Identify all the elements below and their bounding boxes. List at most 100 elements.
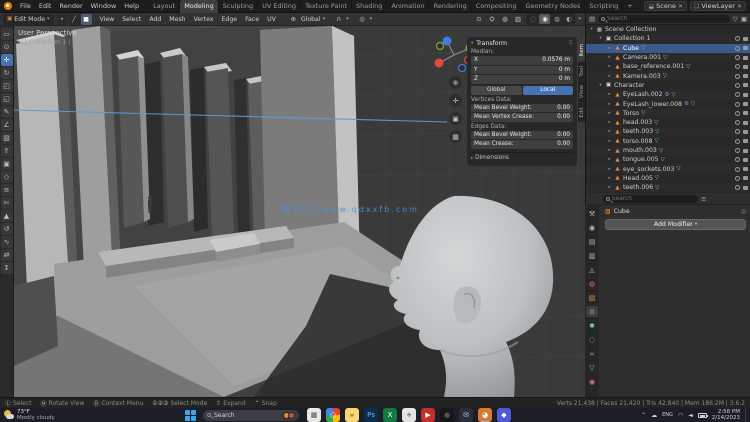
hide-viewport-eye-icon[interactable]: [735, 175, 740, 181]
taskbar-app-icon[interactable]: +: [402, 408, 416, 422]
hide-viewport-eye-icon[interactable]: [735, 138, 740, 144]
expand-arrow-icon[interactable]: ▸: [607, 64, 612, 69]
taskbar-app-icon[interactable]: ▦: [307, 408, 321, 422]
viewport-menu-item[interactable]: Select: [118, 13, 145, 26]
add-workspace-button[interactable]: +: [623, 0, 636, 13]
tool-button[interactable]: ⊙: [0, 41, 13, 53]
hide-viewport-eye-icon[interactable]: [735, 101, 740, 107]
properties-tab-icon[interactable]: ▽: [586, 362, 598, 373]
expand-arrow-icon[interactable]: ▸: [607, 92, 612, 97]
properties-tab-icon[interactable]: ◉: [586, 222, 598, 233]
outliner-row[interactable]: ▸ ▲ tongue.005 ⚙ ▽: [586, 155, 750, 164]
workspace-tab[interactable]: UV Editing: [258, 0, 302, 13]
disable-render-camera-icon[interactable]: [743, 185, 748, 190]
tool-button[interactable]: ◰: [0, 80, 13, 92]
viewport-menu-item[interactable]: Vertex: [190, 13, 218, 26]
menu-item[interactable]: Render: [55, 0, 86, 13]
expand-arrow-icon[interactable]: ▸: [607, 167, 612, 172]
weather-widget[interactable]: 73°F Mostly cloudy: [0, 409, 185, 421]
workspace-tab[interactable]: Modeling: [180, 0, 219, 13]
tool-button[interactable]: ▣: [0, 158, 13, 170]
viewport-3d[interactable]: User Perspective (1) Collection 1 | Cube…: [14, 26, 585, 397]
workspace-tab[interactable]: Geometry Nodes: [522, 0, 586, 13]
workspace-tab[interactable]: Compositing: [472, 0, 522, 13]
disable-render-camera-icon[interactable]: [743, 148, 748, 153]
expand-arrow-icon[interactable]: ▸: [607, 148, 612, 153]
expand-arrow-icon[interactable]: ▾: [589, 27, 594, 32]
shading-mode-button[interactable]: ◌: [527, 14, 538, 24]
view-layer-close-icon[interactable]: ✕: [737, 3, 742, 10]
outliner-row[interactable]: ▸ ▲ Camera.001 ⚙ ▽: [586, 52, 750, 63]
hide-viewport-eye-icon[interactable]: [735, 148, 740, 153]
view-layer-selector[interactable]: ❏ ViewLayer ✕: [690, 1, 746, 11]
chevron-down-icon[interactable]: ▾: [578, 16, 581, 22]
hide-viewport-eye-icon[interactable]: [735, 129, 740, 135]
outliner-row[interactable]: ▸ ▲ EyeLash_lower.008 ⚙ ▽: [586, 99, 750, 108]
outliner-row[interactable]: ▸ ▲ Torso ⚙ ▽: [586, 108, 750, 118]
expand-arrow-icon[interactable]: ▸: [607, 157, 612, 162]
outliner-row[interactable]: ▸ ▲ teeth.003 ⚙ ▽: [586, 127, 750, 137]
tool-button[interactable]: ✎: [0, 106, 13, 118]
taskbar-app-icon[interactable]: Ps: [364, 408, 378, 422]
expand-arrow-icon[interactable]: ▾: [598, 36, 603, 41]
expand-arrow-icon[interactable]: ▸: [607, 139, 612, 144]
axis-value-field[interactable]: X 0.0576 m: [471, 56, 573, 65]
properties-search-input[interactable]: [612, 195, 695, 202]
properties-tab-icon[interactable]: ◍: [586, 278, 598, 289]
tool-button[interactable]: ▧: [0, 132, 13, 144]
outliner-row[interactable]: ▸ ▲ Head.005 ⚙ ▽: [586, 174, 750, 183]
properties-tab-icon[interactable]: ▤: [586, 236, 598, 247]
taskbar-app-icon[interactable]: ●: [440, 408, 454, 422]
disable-render-camera-icon[interactable]: [743, 129, 748, 134]
expand-arrow-icon[interactable]: ▸: [607, 129, 612, 134]
select-mode-button[interactable]: •: [56, 13, 68, 25]
proportional-edit-controls[interactable]: ◎ ▾: [357, 14, 372, 25]
viewport-nav-button[interactable]: ▣: [449, 112, 462, 125]
disable-render-camera-icon[interactable]: [743, 36, 748, 41]
outliner-row[interactable]: ▸ ▲ mouth.003 ⚙ ▽: [586, 145, 750, 156]
viewport-toggle-icon[interactable]: ◍: [499, 14, 510, 25]
tool-button[interactable]: ⇄: [0, 249, 13, 261]
snap-controls[interactable]: ∩ ▾: [333, 14, 348, 25]
orientation-dropdown[interactable]: ⊕ Global ▾: [288, 14, 326, 25]
viewport-menu-item[interactable]: Mesh: [165, 13, 189, 26]
value-field[interactable]: Mean Vertex Crease: 0.00: [471, 113, 573, 122]
tool-button[interactable]: ≡: [0, 184, 13, 196]
disable-render-camera-icon[interactable]: [743, 55, 748, 60]
viewport-menu-item[interactable]: UV: [263, 13, 280, 26]
viewport-toggle-icon[interactable]: ▥: [512, 14, 523, 25]
shading-mode-button[interactable]: ◉: [539, 14, 551, 24]
viewport-nav-button[interactable]: ⊕: [449, 76, 462, 89]
pin-icon[interactable]: ◎: [741, 208, 746, 215]
scene-selector[interactable]: ⬓ Scene ✕: [644, 1, 688, 11]
expand-arrow-icon[interactable]: ▸: [607, 111, 612, 116]
tray-chevron-icon[interactable]: ⌃: [641, 412, 646, 419]
expand-arrow-icon[interactable]: ▸: [607, 74, 612, 79]
outliner-row[interactable]: ▾ ▣ Character ⚙ ▽: [586, 81, 750, 90]
disable-render-camera-icon[interactable]: [743, 74, 748, 79]
select-mode-button[interactable]: ╱: [68, 13, 80, 25]
outliner-search-input[interactable]: [607, 15, 727, 22]
sidebar-tab[interactable]: Edit: [578, 103, 585, 122]
sidebar-tab[interactable]: Item: [578, 40, 585, 61]
hide-viewport-eye-icon[interactable]: [735, 110, 740, 116]
value-field[interactable]: Mean Crease: 0.00: [471, 140, 573, 149]
hide-viewport-eye-icon[interactable]: [735, 55, 740, 61]
disable-render-camera-icon[interactable]: [743, 102, 748, 107]
axis-value-field[interactable]: Y 0 m: [471, 65, 573, 74]
hide-viewport-eye-icon[interactable]: [735, 64, 740, 70]
shading-mode-button[interactable]: ◍: [551, 14, 562, 24]
outliner-row[interactable]: ▸ ▲ eye_sockets.003 ⚙ ▽: [586, 164, 750, 174]
viewport-menu-item[interactable]: Edge: [217, 13, 241, 26]
scene-close-icon[interactable]: ✕: [678, 3, 683, 10]
hide-viewport-eye-icon[interactable]: [735, 73, 740, 79]
disable-render-camera-icon[interactable]: [743, 111, 748, 116]
properties-options-icon[interactable]: ≡: [701, 195, 706, 203]
sidebar-tab[interactable]: View: [578, 81, 585, 103]
outliner-row[interactable]: ▾ ▦ Scene Collection ⚙ ▽: [586, 25, 750, 34]
disable-render-camera-icon[interactable]: [743, 46, 748, 51]
expand-arrow-icon[interactable]: ▾: [598, 83, 603, 88]
value-field[interactable]: Mean Bevel Weight: 0.00: [471, 103, 573, 112]
blender-logo-icon[interactable]: [4, 2, 12, 10]
viewport-nav-button[interactable]: ✛: [449, 94, 462, 107]
